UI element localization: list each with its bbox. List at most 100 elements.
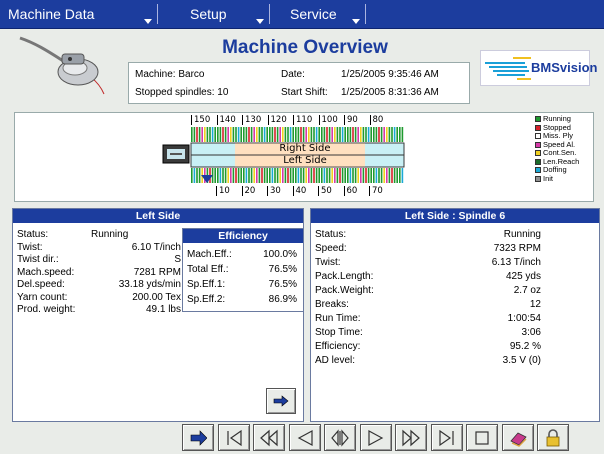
spindle-bar [318, 127, 320, 142]
chevron-down-icon[interactable] [256, 19, 264, 24]
rewind-button[interactable] [253, 424, 285, 451]
spindle-bar [344, 168, 346, 183]
spindle-bar [331, 127, 333, 142]
legend-swatch [535, 175, 541, 182]
next-button[interactable] [359, 424, 392, 451]
spindle-bar [266, 168, 268, 183]
spindle-row-label: Pack.Length: [315, 271, 374, 282]
spindle-bar [310, 127, 313, 142]
spindle-bar [295, 127, 297, 142]
spindle-row-value: 6.13 T/inch [491, 257, 541, 268]
fast-forward-button[interactable] [395, 424, 427, 451]
legend-swatch [535, 116, 541, 122]
spindle-bar [230, 127, 232, 142]
spindle-bar [380, 127, 383, 142]
spindle-bar [211, 127, 214, 142]
top-tick-label: 80 [369, 115, 383, 125]
efficiency-row-value: 76.5% [268, 279, 297, 290]
stop-icon [475, 430, 489, 445]
bottom-tick-label: 50 [318, 186, 332, 196]
book-button[interactable] [501, 424, 534, 451]
bottom-tick-label: 10 [216, 186, 230, 196]
left-row-value: 6.10 T/inch [131, 241, 181, 253]
prev-button[interactable] [288, 424, 321, 451]
spindle-row-value: 3.5 V (0) [502, 355, 541, 366]
chevron-down-icon[interactable] [352, 19, 360, 24]
spindle-bar [292, 127, 294, 142]
bottom-tick-label: 20 [241, 186, 255, 196]
efficiency-row-label: Sp.Eff.2: [187, 294, 226, 305]
swap-icon [331, 428, 349, 447]
left-row-label: Mach.speed: [17, 266, 75, 278]
spindle-bar [347, 168, 349, 183]
chevron-down-icon[interactable] [144, 19, 152, 24]
legend-swatch [535, 141, 541, 148]
key-login-icon[interactable] [18, 34, 114, 98]
bmsvision-logo: BMSvision [480, 50, 597, 86]
page-title: Machine Overview [222, 37, 388, 58]
legend-swatch [535, 167, 541, 173]
status-legend: Running Stopped Miss. Ply Speed Al. Cont.Sen… [534, 114, 594, 183]
left-row-value: 7281 RPM [133, 266, 181, 278]
spindle-bar [396, 168, 398, 183]
menu-machine-data[interactable]: Machine Data [8, 0, 94, 28]
arrow-right-button[interactable] [182, 424, 214, 451]
spindle-bar [302, 127, 305, 142]
spindle-bar [204, 127, 206, 142]
last-button[interactable] [430, 424, 463, 451]
spindle-bar [326, 127, 328, 142]
spindle-bar [250, 127, 253, 142]
lock-button[interactable] [537, 424, 569, 451]
top-tick-label: 90 [344, 115, 358, 125]
spindle-bar [318, 168, 320, 183]
left-row-label: Twist: [17, 241, 43, 253]
spindle-bar [380, 168, 383, 183]
left-row-value: 200.00 Tex [132, 291, 181, 303]
efficiency-row-value: 100.0% [263, 249, 297, 260]
spindle-bar [378, 127, 380, 142]
next-panel-button[interactable] [266, 388, 296, 414]
menu-setup[interactable]: Setup [190, 0, 227, 28]
bottom-tick-label: 70 [369, 186, 383, 196]
spindle-bar [321, 127, 323, 142]
menu-separator [269, 4, 270, 24]
spindle-bar [370, 168, 372, 183]
spindle-bar [256, 127, 258, 142]
spindle-bar [284, 168, 287, 183]
spindle-bar [261, 127, 263, 142]
spindle-bar [302, 168, 305, 183]
shift-value: 1/25/2005 8:31:36 AM [341, 87, 439, 98]
menu-service[interactable]: Service [290, 0, 337, 28]
spindle-bar [235, 168, 237, 183]
spindle-row-label: Status: [315, 229, 347, 240]
bottom-tick-label: 60 [343, 186, 357, 196]
top-tick-label: 140 [216, 115, 236, 125]
spindle-bar [365, 127, 367, 142]
prev-icon [297, 429, 313, 446]
spindle-bar [336, 168, 339, 183]
spindle-bar [193, 168, 196, 183]
spindle-bar [354, 127, 357, 142]
spindle-row-label: Speed: [315, 243, 347, 254]
spindle-bar [393, 168, 396, 183]
spindle-bar [222, 168, 224, 183]
first-button[interactable] [217, 424, 250, 451]
spindle-bar [274, 168, 276, 183]
swap-button[interactable] [324, 424, 356, 451]
spindle-bar [362, 127, 365, 142]
spindle-bar [331, 168, 333, 183]
spindle-bar [396, 127, 398, 142]
arrow-right-icon [273, 395, 289, 407]
spindle-bar [263, 168, 266, 183]
efficiency-row-value: 76.5% [268, 264, 297, 275]
spindle-bar [349, 127, 352, 142]
top-tick-label: 150 [191, 115, 210, 125]
stop-button[interactable] [466, 424, 498, 451]
spindle-bar [386, 127, 388, 142]
spindle-bar [401, 168, 404, 183]
spindle-bar [360, 168, 362, 183]
spindle-bar [393, 127, 396, 142]
spindle-bar [367, 127, 370, 142]
spindle-row-label: Pack.Weight: [315, 285, 374, 296]
spindle-bar [315, 168, 318, 183]
